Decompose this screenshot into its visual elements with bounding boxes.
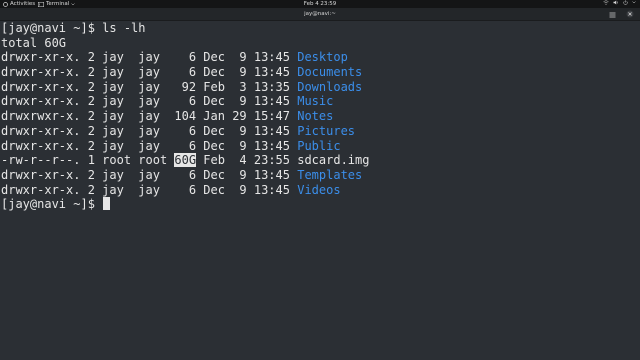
directory-name: Notes: [297, 109, 334, 124]
directory-name: Videos: [297, 182, 341, 197]
listing-row: drwxr-xr-x. 2 jay jay 6 Dec 9 13:45 Desk…: [1, 50, 640, 65]
listing-details: drwxr-xr-x. 2 jay jay 92 Feb 3 13:35: [1, 79, 298, 94]
terminal-output[interactable]: [jay@navi ~]$ ls -lh total 60G drwxr-xr-…: [0, 21, 640, 360]
chevron-down-icon: [632, 1, 636, 4]
shell-prompt: [jay@navi ~]$: [1, 197, 95, 212]
listing-row: drwxr-xr-x. 2 jay jay 6 Dec 9 13:45 Musi…: [1, 94, 640, 109]
close-icon: [626, 10, 634, 20]
listing-row: drwxrwxr-x. 2 jay jay 104 Jan 29 15:47 N…: [1, 109, 640, 124]
clock[interactable]: Feb 4 23:59: [0, 0, 640, 8]
listing-details: drwxr-xr-x. 2 jay jay 6 Dec 9 13:45: [1, 50, 298, 65]
system-top-bar: Activities Terminal Feb 4 23:59: [0, 0, 640, 8]
listing-row: drwxr-xr-x. 2 jay jay 92 Feb 3 13:35 Dow…: [1, 80, 640, 95]
volume-icon: [613, 0, 619, 5]
listing-details: drwxr-xr-x. 2 jay jay 6 Dec 9 13:45: [1, 94, 298, 109]
listing-details: drwxr-xr-x. 2 jay jay 6 Dec 9 13:45: [1, 182, 298, 197]
shell-prompt: [jay@navi ~]$: [1, 21, 95, 35]
listing-row: -rw-r--r--. 1 root root 60G Feb 4 23:55 …: [1, 153, 640, 168]
listing-details: drwxr-xr-x. 2 jay jay 6 Dec 9 13:45: [1, 167, 298, 182]
listing-details: drwxr-xr-x. 2 jay jay 6 Dec 9 13:45: [1, 123, 298, 138]
text-cursor: [103, 197, 111, 211]
directory-name: Templates: [297, 167, 363, 182]
listing-details: drwxr-xr-x. 2 jay jay 6 Dec 9 13:45: [1, 65, 298, 80]
prompt-line: [jay@navi ~]$: [1, 197, 640, 212]
directory-name: Documents: [297, 65, 363, 80]
total-line: total 60G: [1, 35, 67, 50]
listing-row: drwxr-xr-x. 2 jay jay 6 Dec 9 13:45 Pict…: [1, 124, 640, 139]
close-window-button[interactable]: [626, 10, 634, 18]
listing-details: drwxr-xr-x. 2 jay jay 6 Dec 9 13:45: [1, 138, 298, 153]
listing-row: drwxr-xr-x. 2 jay jay 6 Dec 9 13:45 Vide…: [1, 183, 640, 198]
window-title: jay@navi:~: [304, 11, 336, 17]
directory-name: Public: [297, 138, 341, 153]
listing-details: -rw-r--r--. 1 root root: [1, 153, 175, 168]
window-title-bar[interactable]: jay@navi:~: [0, 8, 640, 21]
listing-row: drwxr-xr-x. 2 jay jay 6 Dec 9 13:45 Docu…: [1, 65, 640, 80]
listing-details: Feb 4 23:55: [196, 153, 298, 168]
directory-name: Desktop: [297, 50, 348, 65]
directory-name: Music: [297, 94, 334, 109]
directory-name: Downloads: [297, 79, 363, 94]
listing-row: drwxr-xr-x. 2 jay jay 6 Dec 9 13:45 Publ…: [1, 139, 640, 154]
selected-text: 60G: [174, 153, 197, 168]
system-tray[interactable]: [603, 0, 636, 5]
network-icon: [603, 0, 609, 5]
prompt-line: [jay@navi ~]$ ls -lh: [1, 21, 640, 36]
directory-name: Pictures: [297, 123, 356, 138]
power-icon: [623, 0, 628, 5]
file-name: sdcard.img: [297, 153, 370, 168]
listing-details: drwxrwxr-x. 2 jay jay 104 Jan 29 15:47: [1, 109, 298, 124]
typed-command: ls -lh: [102, 21, 146, 35]
hamburger-menu-icon: [609, 12, 616, 20]
listing-row: drwxr-xr-x. 2 jay jay 6 Dec 9 13:45 Temp…: [1, 168, 640, 183]
